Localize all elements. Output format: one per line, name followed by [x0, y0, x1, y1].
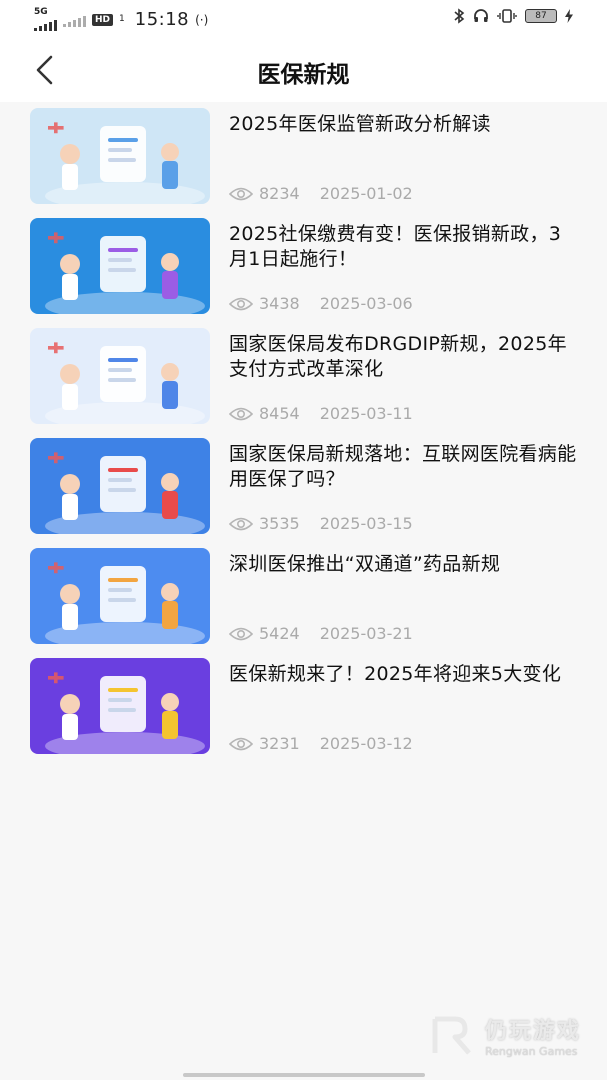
watermark-cn: 仍玩游戏: [484, 1019, 581, 1044]
watermark-en: Rengwan Games: [484, 1045, 578, 1058]
article-meta: 8454 2025-03-11: [229, 404, 413, 423]
clock: 15:18: [134, 9, 190, 30]
publish-date: 2025-03-12: [319, 734, 413, 753]
brand-logo-icon: [432, 1016, 471, 1055]
network-label: 5G: [34, 7, 48, 17]
publish-date: 2025-01-02: [319, 184, 413, 203]
cellular-icon-2: [63, 13, 86, 27]
article-item[interactable]: 深圳医保推出“双通道”药品新规 5424 2025-03-21: [0, 548, 607, 648]
home-indicator[interactable]: [183, 1073, 425, 1077]
publish-date: 2025-03-06: [319, 294, 413, 313]
article-item[interactable]: 医保新规来了！2025年将迎来5大变化 3231 2025-03-12: [0, 658, 607, 758]
article-title: 国家医保局发布DRGDIP新规，2025年支付方式改革深化: [229, 333, 567, 380]
battery-level: 87: [535, 11, 547, 21]
eye-icon: [229, 517, 253, 530]
status-right: 87: [453, 8, 573, 24]
article-thumbnail: [30, 438, 210, 534]
article-thumbnail: [30, 658, 210, 754]
article-meta: 3535 2025-03-15: [229, 514, 413, 533]
article-item[interactable]: 2025社保缴费有变！医保报销新政，3月1日起施行！ 3438 2025-03-06: [0, 218, 607, 318]
bluetooth-icon: [454, 8, 465, 24]
view-count: 5424: [259, 624, 300, 643]
hotspot-icon: (·): [195, 12, 209, 27]
headphones-icon: [474, 9, 488, 22]
article-title: 国家医保局新规落地：互联网医院看病能用医保了吗？: [229, 443, 577, 490]
hd-sub: 1: [119, 14, 125, 24]
view-count: 3231: [259, 734, 300, 753]
cellular-icon: 5G: [34, 8, 57, 31]
eye-icon: [229, 737, 253, 750]
article-title: 2025年医保监管新政分析解读: [229, 113, 491, 135]
eye-icon: [229, 187, 253, 200]
article-title: 2025社保缴费有变！医保报销新政，3月1日起施行！: [229, 223, 562, 270]
eye-icon: [229, 297, 253, 310]
eye-icon: [229, 627, 253, 640]
view-count: 3535: [259, 514, 300, 533]
article-meta: 3231 2025-03-12: [229, 734, 413, 753]
vibrate-icon: [497, 9, 517, 23]
publish-date: 2025-03-11: [319, 404, 413, 423]
article-meta: 8234 2025-01-02: [229, 184, 413, 203]
status-left: 5G HD 1 15:18 (·): [34, 8, 208, 31]
publish-date: 2025-03-15: [319, 514, 413, 533]
article-item[interactable]: 国家医保局发布DRGDIP新规，2025年支付方式改革深化 8454 2025-03…: [0, 328, 607, 428]
status-bar: 5G HD 1 15:18 (·) 87: [0, 0, 607, 38]
charging-icon: [565, 9, 573, 23]
watermark: 仍玩游戏 Rengwan Games: [431, 1013, 581, 1058]
view-count: 3438: [259, 294, 300, 313]
hd-badge: HD: [92, 13, 114, 26]
article-item[interactable]: 国家医保局新规落地：互联网医院看病能用医保了吗？ 3535 2025-03-15: [0, 438, 607, 538]
article-thumbnail: [30, 108, 210, 204]
view-count: 8454: [259, 404, 300, 423]
battery-icon: 87: [525, 9, 557, 23]
app-header: 医保新规: [0, 38, 607, 102]
article-item[interactable]: 2025年医保监管新政分析解读 8234 2025-01-02: [0, 108, 607, 208]
article-title: 医保新规来了！2025年将迎来5大变化: [229, 663, 562, 685]
article-thumbnail: [30, 548, 210, 644]
article-thumbnail: [30, 328, 210, 424]
article-thumbnail: [30, 218, 210, 314]
eye-icon: [229, 407, 253, 420]
view-count: 8234: [259, 184, 300, 203]
page-title: 医保新规: [257, 62, 350, 88]
article-meta: 5424 2025-03-21: [229, 624, 413, 643]
publish-date: 2025-03-21: [319, 624, 413, 643]
article-title: 深圳医保推出“双通道”药品新规: [229, 553, 501, 575]
article-meta: 3438 2025-03-06: [229, 294, 413, 313]
